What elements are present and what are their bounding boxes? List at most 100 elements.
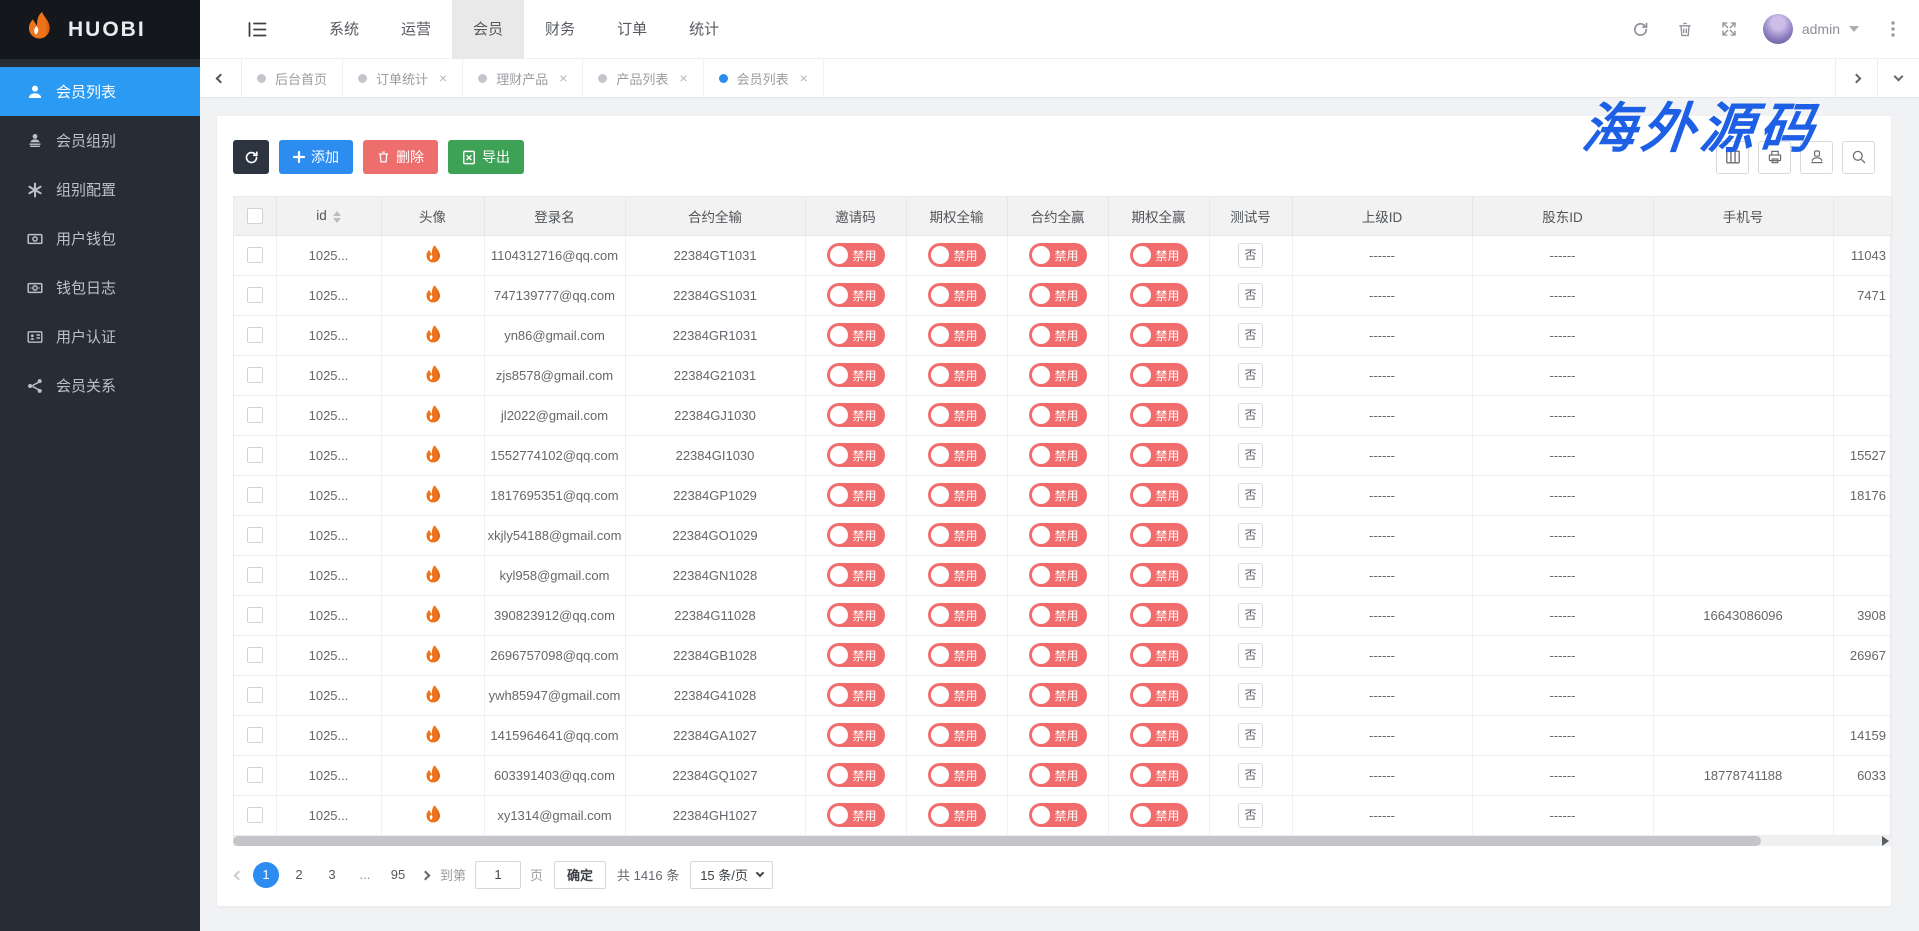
page-button-3[interactable]: 3 — [319, 862, 345, 888]
toggle-contract-lose[interactable]: 禁用 — [827, 243, 885, 267]
toggle-contract-lose[interactable]: 禁用 — [827, 483, 885, 507]
page-button-2[interactable]: 2 — [286, 862, 312, 888]
toggle-option-win[interactable]: 禁用 — [1130, 603, 1188, 627]
row-checkbox[interactable] — [247, 247, 263, 263]
toggle-option-win[interactable]: 禁用 — [1130, 643, 1188, 667]
toggle-contract-lose[interactable]: 禁用 — [827, 803, 885, 827]
toggle-contract-lose[interactable]: 禁用 — [827, 763, 885, 787]
toggle-contract-lose[interactable]: 禁用 — [827, 403, 885, 427]
tab-1[interactable]: 订单统计× — [343, 59, 463, 97]
toggle-contract-win[interactable]: 禁用 — [1029, 603, 1087, 627]
test-account-button[interactable]: 否 — [1238, 763, 1263, 788]
toggle-option-lose[interactable]: 禁用 — [928, 803, 986, 827]
test-account-button[interactable]: 否 — [1238, 283, 1263, 308]
toggle-contract-win[interactable]: 禁用 — [1029, 763, 1087, 787]
toggle-contract-lose[interactable]: 禁用 — [827, 283, 885, 307]
tab-2[interactable]: 理财产品× — [463, 59, 583, 97]
toggle-contract-win[interactable]: 禁用 — [1029, 283, 1087, 307]
toggle-option-win[interactable]: 禁用 — [1130, 403, 1188, 427]
sidebar-item-group[interactable]: 会员组别 — [0, 116, 200, 165]
tab-0[interactable]: 后台首页 — [242, 59, 343, 97]
next-page-button[interactable] — [422, 867, 429, 882]
scrollbar-thumb[interactable] — [233, 836, 1761, 846]
toggle-option-win[interactable]: 禁用 — [1130, 723, 1188, 747]
row-checkbox[interactable] — [247, 287, 263, 303]
toggle-contract-lose[interactable]: 禁用 — [827, 323, 885, 347]
test-account-button[interactable]: 否 — [1238, 403, 1263, 428]
page-button-95[interactable]: 95 — [385, 862, 411, 888]
toggle-contract-win[interactable]: 禁用 — [1029, 563, 1087, 587]
test-account-button[interactable]: 否 — [1238, 363, 1263, 388]
search-icon[interactable] — [1842, 141, 1875, 174]
menu-fold-icon[interactable] — [248, 20, 268, 38]
refresh-button[interactable] — [233, 140, 269, 174]
toggle-option-win[interactable]: 禁用 — [1130, 323, 1188, 347]
test-account-button[interactable]: 否 — [1238, 563, 1263, 588]
test-account-button[interactable]: 否 — [1238, 483, 1263, 508]
stamp-icon[interactable] — [1800, 141, 1833, 174]
sort-icon[interactable] — [333, 211, 341, 223]
confirm-button[interactable]: 确定 — [554, 861, 606, 889]
toggle-contract-lose[interactable]: 禁用 — [827, 603, 885, 627]
toggle-option-lose[interactable]: 禁用 — [928, 323, 986, 347]
row-checkbox[interactable] — [247, 367, 263, 383]
toggle-option-lose[interactable]: 禁用 — [928, 403, 986, 427]
toggle-option-lose[interactable]: 禁用 — [928, 483, 986, 507]
test-account-button[interactable]: 否 — [1238, 523, 1263, 548]
toggle-option-win[interactable]: 禁用 — [1130, 803, 1188, 827]
row-checkbox[interactable] — [247, 327, 263, 343]
brand-logo[interactable]: HUOBI — [0, 0, 200, 59]
row-checkbox[interactable] — [247, 727, 263, 743]
top-nav-item-0[interactable]: 系统 — [308, 0, 380, 59]
sidebar-item-relation[interactable]: 会员关系 — [0, 361, 200, 410]
row-checkbox[interactable] — [247, 527, 263, 543]
page-button-1[interactable]: 1 — [253, 862, 279, 888]
toggle-option-win[interactable]: 禁用 — [1130, 683, 1188, 707]
row-checkbox[interactable] — [247, 407, 263, 423]
export-button[interactable]: 导出 — [448, 140, 524, 174]
top-nav-item-5[interactable]: 统计 — [668, 0, 740, 59]
toggle-contract-win[interactable]: 禁用 — [1029, 803, 1087, 827]
toggle-option-lose[interactable]: 禁用 — [928, 723, 986, 747]
toggle-option-win[interactable]: 禁用 — [1130, 363, 1188, 387]
top-nav-item-1[interactable]: 运营 — [380, 0, 452, 59]
fullscreen-icon[interactable] — [1719, 19, 1739, 39]
sidebar-item-config[interactable]: 组别配置 — [0, 165, 200, 214]
toggle-option-win[interactable]: 禁用 — [1130, 523, 1188, 547]
toggle-option-win[interactable]: 禁用 — [1130, 763, 1188, 787]
toggle-option-win[interactable]: 禁用 — [1130, 243, 1188, 267]
close-icon[interactable]: × — [800, 71, 808, 85]
row-checkbox[interactable] — [247, 647, 263, 663]
row-checkbox[interactable] — [247, 567, 263, 583]
user-menu[interactable]: admin — [1763, 14, 1859, 44]
tabs-scroll-right[interactable] — [1835, 59, 1877, 97]
toggle-option-lose[interactable]: 禁用 — [928, 643, 986, 667]
toggle-option-lose[interactable]: 禁用 — [928, 523, 986, 547]
toggle-contract-lose[interactable]: 禁用 — [827, 523, 885, 547]
toggle-contract-win[interactable]: 禁用 — [1029, 363, 1087, 387]
toggle-contract-win[interactable]: 禁用 — [1029, 403, 1087, 427]
prev-page-button[interactable] — [235, 867, 242, 882]
test-account-button[interactable]: 否 — [1238, 603, 1263, 628]
toggle-option-win[interactable]: 禁用 — [1130, 443, 1188, 467]
tab-4[interactable]: 会员列表× — [704, 59, 824, 97]
add-button[interactable]: 添加 — [279, 140, 353, 174]
print-icon[interactable] — [1758, 141, 1791, 174]
top-nav-item-2[interactable]: 会员 — [452, 0, 524, 59]
sidebar-item-wallet-log[interactable]: 钱包日志 — [0, 263, 200, 312]
columns-icon[interactable] — [1716, 141, 1749, 174]
test-account-button[interactable]: 否 — [1238, 683, 1263, 708]
toggle-contract-win[interactable]: 禁用 — [1029, 723, 1087, 747]
tabs-dropdown[interactable] — [1877, 59, 1919, 97]
row-checkbox[interactable] — [247, 607, 263, 623]
close-icon[interactable]: × — [559, 71, 567, 85]
page-size-select[interactable]: 15 条/页 — [690, 861, 773, 889]
close-icon[interactable]: × — [679, 71, 687, 85]
sidebar-item-idcard[interactable]: 用户认证 — [0, 312, 200, 361]
refresh-icon[interactable] — [1631, 19, 1651, 39]
row-checkbox[interactable] — [247, 487, 263, 503]
toggle-contract-win[interactable]: 禁用 — [1029, 683, 1087, 707]
test-account-button[interactable]: 否 — [1238, 323, 1263, 348]
toggle-contract-win[interactable]: 禁用 — [1029, 483, 1087, 507]
sidebar-item-user[interactable]: 会员列表 — [0, 67, 200, 116]
